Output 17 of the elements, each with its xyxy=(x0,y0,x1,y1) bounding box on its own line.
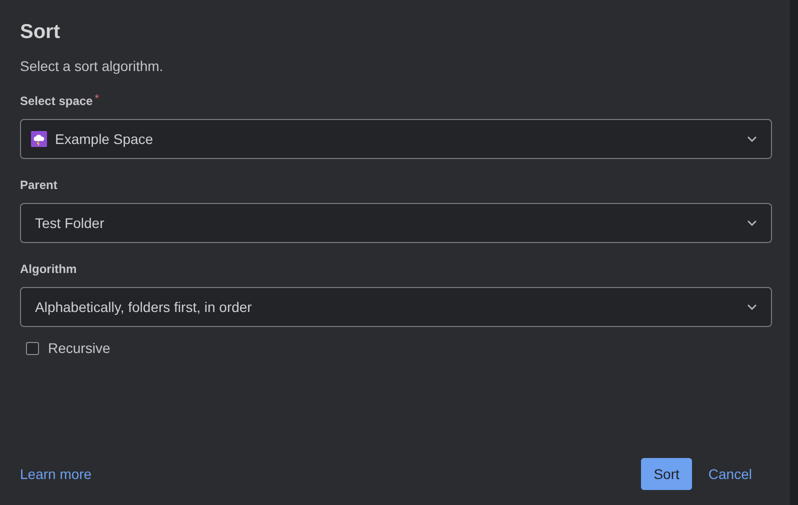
learn-more-link[interactable]: Learn more xyxy=(20,464,92,484)
chevron-down-icon xyxy=(747,136,757,142)
chevron-down-icon xyxy=(747,220,757,226)
sort-button[interactable]: Sort xyxy=(640,458,692,490)
checkbox-label: Recursive xyxy=(48,339,110,358)
select-dropdown[interactable]: Alphabetically, folders first, in order xyxy=(20,287,772,327)
chevron-down-icon xyxy=(747,304,757,310)
required-marker: * xyxy=(94,92,99,106)
select-dropdown[interactable]: Test Folder xyxy=(20,203,772,243)
field-label: Parent xyxy=(20,177,58,194)
cancel-button[interactable]: Cancel xyxy=(700,458,760,490)
dialog-description: Select a sort algorithm. xyxy=(20,57,164,76)
select-dropdown[interactable]: Example Space xyxy=(20,119,772,159)
dialog-title: Sort xyxy=(20,20,61,44)
field-label: Select space xyxy=(20,93,93,110)
recursive-checkbox[interactable] xyxy=(26,342,39,355)
field-label: Algorithm xyxy=(20,261,77,278)
